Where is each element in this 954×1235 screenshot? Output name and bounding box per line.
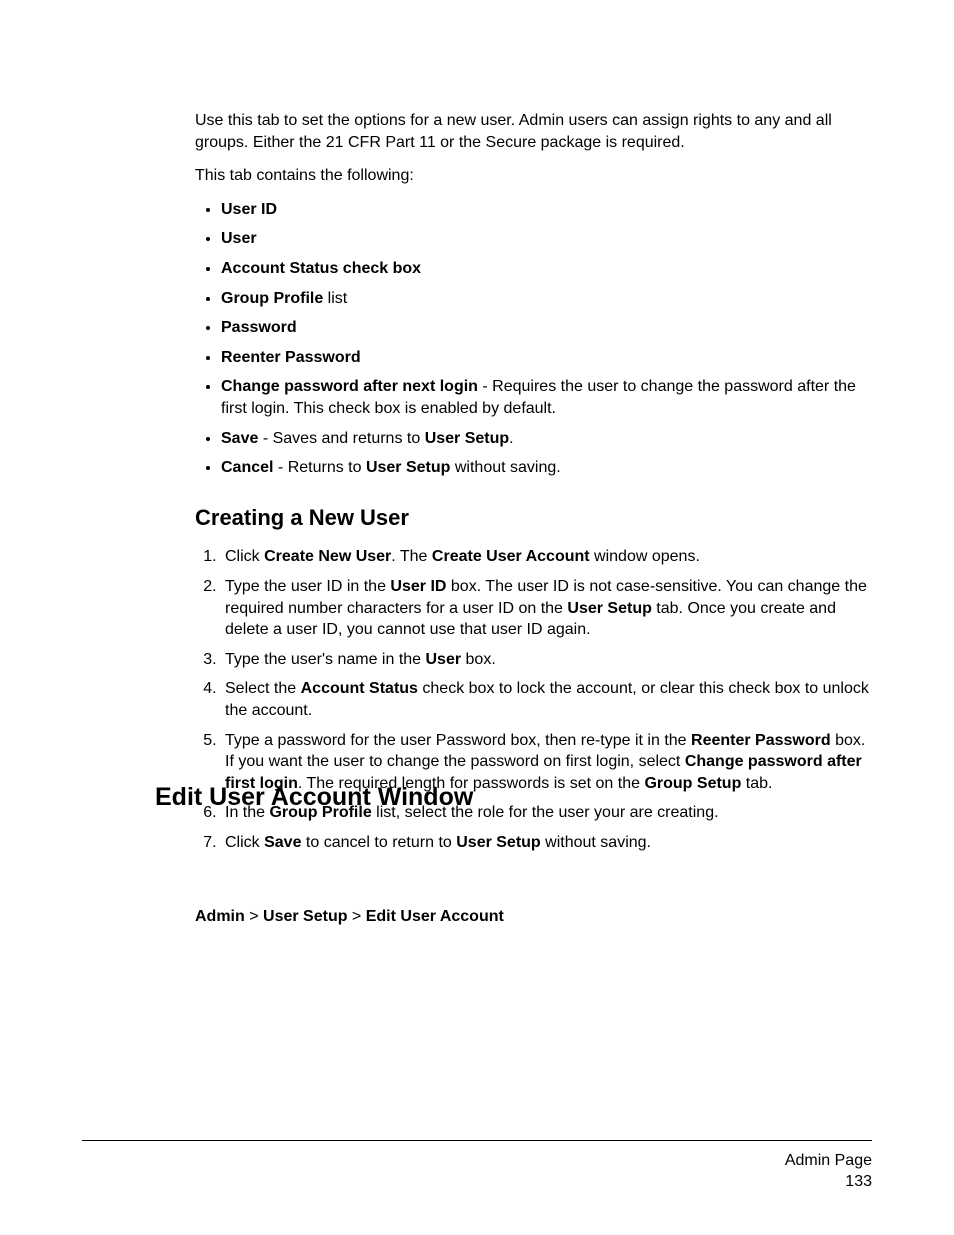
step1-e: window opens. <box>590 548 700 565</box>
footer-label: Admin Page <box>82 1151 872 1172</box>
step7-c: to cancel to return to <box>301 834 456 851</box>
breadcrumb-sep2: > <box>347 908 365 925</box>
bullet-save-target: User Setup <box>425 430 509 447</box>
list-item: Save - Saves and returns to User Setup. <box>221 428 872 450</box>
breadcrumb-edit-user-account: Edit User Account <box>366 908 504 925</box>
step4-b: Account Status <box>301 680 418 697</box>
step3-c: box. <box>461 651 496 668</box>
footer-page-number: 133 <box>82 1172 872 1193</box>
intro-paragraph-1: Use this tab to set the options for a ne… <box>195 110 872 153</box>
step7-e: without saving. <box>541 834 651 851</box>
bullet-cancel: Cancel <box>221 459 273 476</box>
bullet-save-end: . <box>509 430 513 447</box>
step1-a: Click <box>225 548 264 565</box>
list-item: Type the user ID in the User ID box. The… <box>221 576 872 641</box>
step1-d: Create User Account <box>432 548 590 565</box>
step5-f: Group Setup <box>644 775 741 792</box>
step3-b: User <box>426 651 462 668</box>
document-page: Use this tab to set the options for a ne… <box>0 0 954 1235</box>
page-footer: Admin Page 133 <box>82 1140 872 1193</box>
heading-edit-user-account-window: Edit User Account Window <box>155 783 473 812</box>
step7-d: User Setup <box>456 834 540 851</box>
list-item: Type the user's name in the User box. <box>221 649 872 671</box>
step7-b: Save <box>264 834 301 851</box>
bullet-account-status: Account Status check box <box>221 260 421 277</box>
breadcrumb-sep1: > <box>245 908 263 925</box>
bullet-cancel-target: User Setup <box>366 459 450 476</box>
bullet-save-mid: - Saves and returns to <box>258 430 424 447</box>
list-item: Group Profile list <box>221 288 872 310</box>
step5-b: Reenter Password <box>691 732 831 749</box>
step5-g: tab. <box>741 775 772 792</box>
step2-a: Type the user ID in the <box>225 578 390 595</box>
subheading-creating-new-user: Creating a New User <box>195 503 872 533</box>
bullet-reenter-password: Reenter Password <box>221 349 361 366</box>
bullet-change-password: Change password after next login <box>221 378 478 395</box>
bullet-password: Password <box>221 319 297 336</box>
bullet-group-profile-rest: list <box>323 290 347 307</box>
bullet-group-profile: Group Profile <box>221 290 323 307</box>
step7-a: Click <box>225 834 264 851</box>
breadcrumb: Admin > User Setup > Edit User Account <box>195 906 872 928</box>
list-item: User ID <box>221 199 872 221</box>
bullet-save: Save <box>221 430 258 447</box>
list-item: Cancel - Returns to User Setup without s… <box>221 457 872 479</box>
list-item: Select the Account Status check box to l… <box>221 678 872 721</box>
bullet-user: User <box>221 230 257 247</box>
field-bullet-list: User ID User Account Status check box Gr… <box>195 199 872 479</box>
list-item: Click Save to cancel to return to User S… <box>221 832 872 854</box>
list-item: Account Status check box <box>221 258 872 280</box>
bullet-cancel-mid: - Returns to <box>273 459 365 476</box>
step2-b: User ID <box>390 578 446 595</box>
step1-b: Create New User <box>264 548 391 565</box>
list-item: Password <box>221 317 872 339</box>
step2-d: User Setup <box>567 600 651 617</box>
list-item: User <box>221 228 872 250</box>
bullet-user-id: User ID <box>221 201 277 218</box>
step1-c: . The <box>391 548 432 565</box>
list-item: Reenter Password <box>221 347 872 369</box>
breadcrumb-admin: Admin <box>195 908 245 925</box>
breadcrumb-user-setup: User Setup <box>263 908 347 925</box>
step4-a: Select the <box>225 680 301 697</box>
bullet-cancel-end: without saving. <box>450 459 560 476</box>
list-item: Change password after next login - Requi… <box>221 376 872 419</box>
step3-a: Type the user's name in the <box>225 651 426 668</box>
intro-paragraph-2: This tab contains the following: <box>195 165 872 187</box>
list-item: Click Create New User. The Create User A… <box>221 546 872 568</box>
step5-a: Type a password for the user Password bo… <box>225 732 691 749</box>
